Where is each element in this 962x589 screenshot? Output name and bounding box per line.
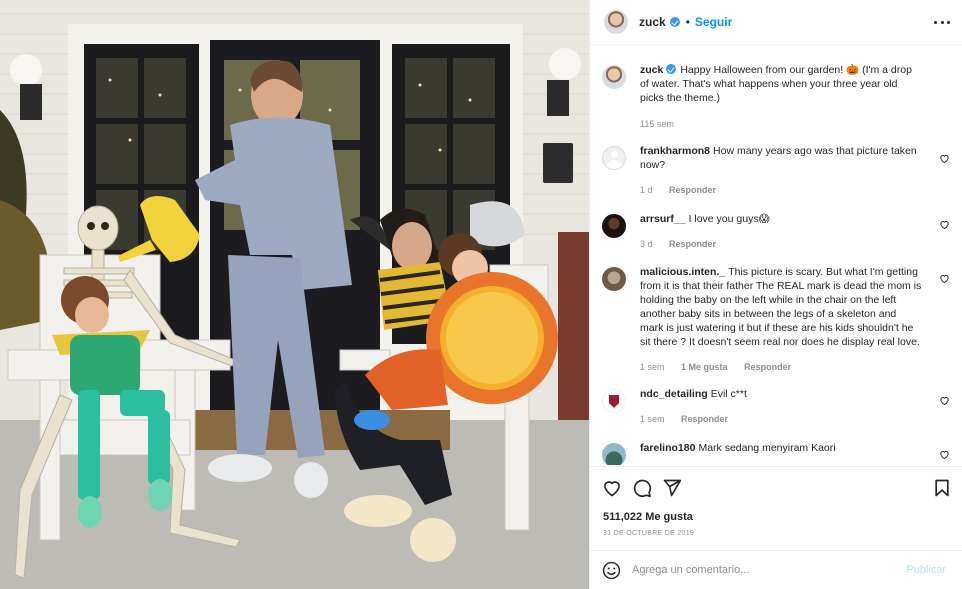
caption-age[interactable]: 115 sem — [640, 119, 674, 129]
paper-plane-icon[interactable] — [662, 478, 682, 498]
post-sidebar: zuck • Seguir zuck Happy Halloween from o… — [589, 0, 962, 589]
comment-text: Mark sedang menyiram Kaori — [698, 442, 836, 454]
comment-item: malicious.inten._ This picture is scary. … — [602, 265, 950, 374]
post-caption: zuck Happy Halloween from our garden! 🎃 (… — [602, 63, 950, 131]
follow-button[interactable]: Seguir — [695, 15, 732, 29]
comment-meta: 3 d Responder — [640, 237, 922, 251]
comment-item: arrsurf__ I love you guys😱 3 d Responder — [602, 212, 950, 251]
more-options-icon[interactable] — [934, 14, 950, 30]
comment-input[interactable] — [632, 564, 907, 576]
reply-button[interactable]: Responder — [669, 185, 716, 195]
comment-item: ndc_detailing Evil c**t 1 sem Responder — [602, 387, 950, 426]
author-avatar[interactable] — [604, 10, 628, 34]
comment-age[interactable]: 3 d — [640, 239, 653, 249]
publish-button[interactable]: Publicar — [906, 564, 946, 576]
verified-badge-icon — [666, 64, 677, 74]
comment-age[interactable]: 1 d — [640, 185, 653, 195]
likes-count[interactable]: 511,022 Me gusta — [603, 511, 693, 523]
comment-username[interactable]: ndc_detailing — [640, 388, 708, 400]
reply-button[interactable]: Responder — [744, 362, 791, 372]
comment-username[interactable]: farelino180 — [640, 442, 695, 454]
commenter-avatar[interactable] — [602, 267, 626, 291]
comment-like-heart-icon[interactable] — [939, 449, 950, 460]
post-photo[interactable] — [0, 0, 589, 589]
bookmark-icon[interactable] — [932, 478, 952, 498]
post-date[interactable]: 31 DE OCTUBRE DE 2019 — [603, 530, 694, 537]
comment-item: frankharmon8 How many years ago was that … — [602, 144, 950, 197]
commenter-avatar[interactable] — [602, 389, 626, 413]
comment-likes-count[interactable]: 1 Me gusta — [681, 362, 728, 372]
caption-text: Happy Halloween from our garden! 🎃 (I'm … — [640, 64, 912, 104]
comment-like-heart-icon[interactable] — [939, 273, 950, 284]
comment-item: farelino180 Mark sedang menyiram Kaori — [602, 441, 950, 465]
comment-username[interactable]: frankharmon8 — [640, 145, 710, 157]
verified-badge-icon — [669, 17, 680, 27]
comment-username[interactable]: arrsurf__ — [640, 213, 686, 225]
reply-button[interactable]: Responder — [669, 239, 716, 249]
comment-text: This picture is scary. But what I'm gett… — [640, 266, 922, 348]
comment-like-heart-icon[interactable] — [939, 395, 950, 406]
header-separator: • — [685, 15, 690, 29]
comment-meta: 1 d Responder — [640, 183, 922, 197]
comment-icon[interactable] — [632, 478, 652, 498]
comments-list[interactable]: zuck Happy Halloween from our garden! 🎃 (… — [590, 46, 962, 465]
ndc-logo-icon — [609, 395, 619, 408]
comment-age[interactable]: 1 sem — [640, 414, 665, 424]
commenter-avatar[interactable] — [602, 146, 626, 170]
commenter-avatar[interactable] — [602, 443, 626, 465]
caption-meta: 115 sem — [640, 117, 922, 131]
comment-text: I love you guys😱 — [688, 213, 770, 225]
comment-meta: 1 sem Responder — [640, 412, 922, 426]
comment-username[interactable]: malicious.inten._ — [640, 266, 725, 278]
post-header: zuck • Seguir — [590, 0, 962, 45]
post-image — [0, 0, 589, 589]
commenter-avatar[interactable] — [602, 214, 626, 238]
comment-text: Evil c**t — [710, 388, 747, 400]
heart-icon[interactable] — [602, 478, 622, 498]
comment-age[interactable]: 1 sem — [640, 362, 665, 372]
comment-meta: 1 sem 1 Me gusta Responder — [640, 360, 922, 374]
comment-composer: Publicar — [590, 550, 962, 589]
caption-username[interactable]: zuck — [640, 64, 663, 76]
caption-avatar[interactable] — [602, 65, 626, 89]
post-actions: 511,022 Me gusta 31 DE OCTUBRE DE 2019 — [590, 466, 962, 550]
reply-button[interactable]: Responder — [681, 414, 728, 424]
comment-like-heart-icon[interactable] — [939, 153, 950, 164]
comment-like-heart-icon[interactable] — [939, 219, 950, 230]
emoji-icon[interactable] — [602, 561, 621, 580]
author-username[interactable]: zuck — [639, 15, 666, 29]
